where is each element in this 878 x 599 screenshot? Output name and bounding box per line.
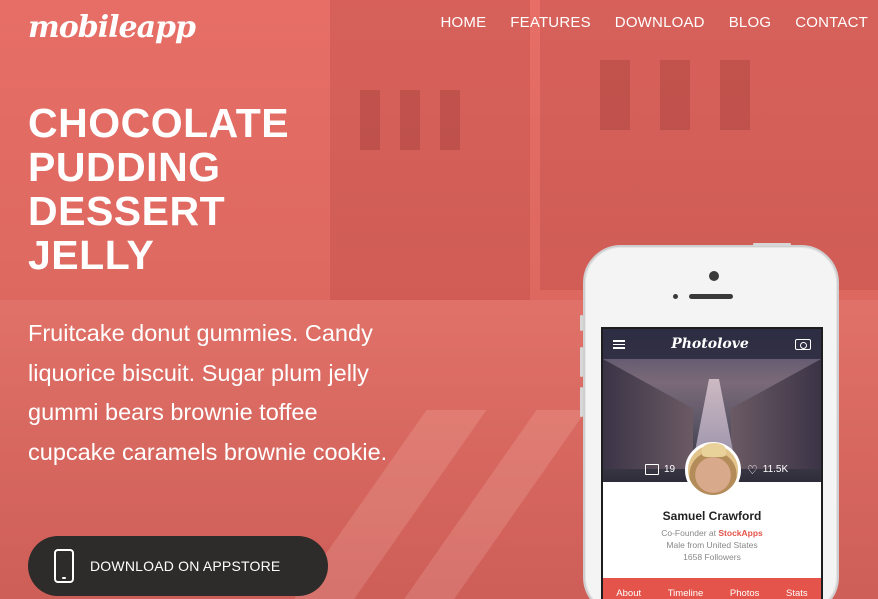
nav-blog[interactable]: BLOG [729, 14, 771, 31]
hero-subtext: Fruitcake donut gummies. Candy liquorice… [28, 320, 388, 465]
nav-download[interactable]: DOWNLOAD [615, 14, 705, 31]
phone-mockup: Photolove 19 ♡ 11.5K Samuel Crawford Co-… [580, 243, 839, 599]
phone-speaker [689, 294, 733, 299]
phone-screen: Photolove 19 ♡ 11.5K Samuel Crawford Co-… [601, 327, 823, 599]
nav-features[interactable]: FEATURES [510, 14, 591, 31]
background-building [330, 0, 530, 300]
profile-name: Samuel Crawford [662, 509, 762, 523]
nav-home[interactable]: HOME [440, 14, 486, 31]
phone-camera [709, 271, 719, 281]
headline-line: JELLY [28, 232, 155, 278]
download-appstore-button[interactable]: DOWNLOAD ON APPSTORE [28, 536, 328, 596]
heart-icon: ♡ [747, 462, 758, 477]
background-window [720, 60, 750, 130]
profile-location: Male from United States [666, 540, 758, 550]
hero-headline: CHOCOLATE PUDDING DESSERT JELLY [28, 101, 289, 277]
background-window [600, 60, 630, 130]
smartphone-icon [54, 549, 74, 583]
app-header: Photolove [603, 329, 821, 359]
role-prefix: Co-Founder at [661, 528, 717, 538]
headline-line: CHOCOLATE [28, 100, 290, 146]
photo-building-right [731, 359, 821, 469]
phone-volume-button [580, 387, 583, 417]
menu-icon[interactable] [613, 339, 625, 349]
profile-role: Co-Founder at StockApps [603, 528, 821, 538]
tab-timeline[interactable]: Timeline [668, 588, 704, 599]
avatar[interactable] [685, 442, 741, 498]
image-icon [645, 464, 659, 475]
profile-tabs: About Timeline Photos Stats [603, 578, 821, 599]
camera-icon[interactable] [794, 338, 811, 350]
likes-count: 11.5K [762, 464, 789, 475]
headline-line: PUDDING [28, 144, 221, 190]
tab-stats[interactable]: Stats [786, 588, 808, 599]
company-link[interactable]: StockApps [718, 528, 762, 538]
photos-stat[interactable]: 19 [645, 464, 675, 475]
download-button-label: DOWNLOAD ON APPSTORE [90, 558, 281, 574]
profile-followers: 1658 Followers [683, 552, 741, 562]
photo-building-left [603, 359, 693, 469]
phone-volume-button [580, 347, 583, 377]
background-window [400, 90, 420, 150]
phone-side-button [580, 315, 583, 331]
app-title: Photolove [671, 336, 749, 352]
background-window [360, 90, 380, 150]
phone-power-button [753, 243, 791, 246]
photos-count: 19 [664, 464, 676, 475]
nav-contact[interactable]: CONTACT [795, 14, 868, 31]
brand-logo[interactable]: mobileapp [28, 10, 196, 45]
background-window [440, 90, 460, 150]
phone-sensor [673, 294, 678, 299]
headline-line: DESSERT [28, 188, 226, 234]
main-nav: HOME FEATURES DOWNLOAD BLOG CONTACT [440, 14, 868, 31]
likes-stat[interactable]: ♡ 11.5K [747, 462, 789, 477]
background-window [660, 60, 690, 130]
tab-photos[interactable]: Photos [730, 588, 760, 599]
tab-about[interactable]: About [616, 588, 641, 599]
